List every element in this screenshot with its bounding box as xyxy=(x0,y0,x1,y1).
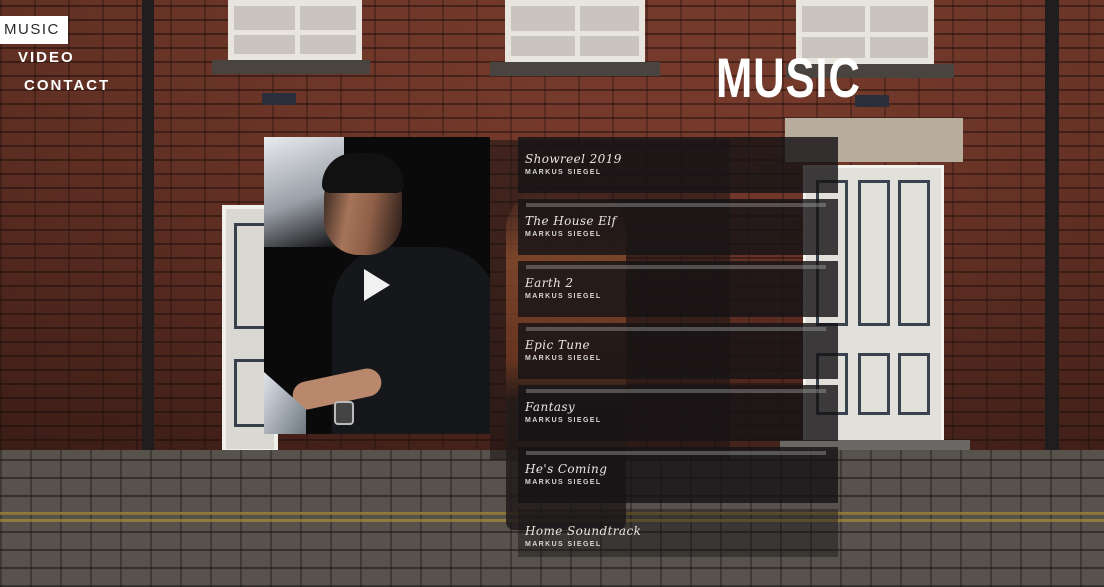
page-title: MUSIC xyxy=(716,46,861,109)
door-panel xyxy=(234,223,268,329)
track-item[interactable]: The House Elf MARKUS SIEGEL xyxy=(518,199,838,255)
track-list: Showreel 2019 MARKUS SIEGEL The House El… xyxy=(518,137,838,563)
door-panel xyxy=(858,180,890,326)
track-artist: MARKUS SIEGEL xyxy=(525,417,602,424)
main-nav: MUSIC VIDEO CONTACT xyxy=(0,16,110,100)
track-title: He's Coming xyxy=(525,462,608,476)
window xyxy=(228,0,362,60)
track-title: Fantasy xyxy=(525,400,576,414)
watch-icon xyxy=(334,401,354,425)
track-title: Epic Tune xyxy=(525,338,590,352)
track-artist: MARKUS SIEGEL xyxy=(525,479,602,486)
window-sill xyxy=(490,62,660,76)
door-panel xyxy=(898,180,930,326)
track-title: Showreel 2019 xyxy=(525,152,622,166)
progress-bar xyxy=(526,203,826,207)
track-artist: MARKUS SIEGEL xyxy=(525,169,602,176)
track-item[interactable]: Earth 2 MARKUS SIEGEL xyxy=(518,261,838,317)
track-artist: MARKUS SIEGEL xyxy=(525,355,602,362)
progress-bar xyxy=(526,389,826,393)
track-artist: MARKUS SIEGEL xyxy=(525,231,602,238)
album-cover[interactable] xyxy=(264,137,490,434)
nav-item-video[interactable]: VIDEO xyxy=(0,44,110,72)
track-item[interactable]: Epic Tune MARKUS SIEGEL xyxy=(518,323,838,379)
cover-body xyxy=(332,247,490,434)
track-item[interactable]: Showreel 2019 MARKUS SIEGEL xyxy=(518,137,838,193)
progress-bar xyxy=(526,451,826,455)
drain-pipe xyxy=(142,0,154,455)
track-item[interactable]: Fantasy MARKUS SIEGEL xyxy=(518,385,838,441)
track-artist: MARKUS SIEGEL xyxy=(525,541,602,548)
nav-item-contact[interactable]: CONTACT xyxy=(0,72,110,100)
track-title: The House Elf xyxy=(525,214,617,228)
track-title: Home Soundtrack xyxy=(525,524,642,538)
track-item[interactable]: Home Soundtrack MARKUS SIEGEL xyxy=(518,509,838,557)
track-title: Earth 2 xyxy=(525,276,574,290)
door-panel xyxy=(858,353,890,415)
progress-bar xyxy=(526,265,826,269)
drain-pipe xyxy=(1045,0,1059,470)
play-icon[interactable] xyxy=(364,269,390,301)
track-artist: MARKUS SIEGEL xyxy=(525,293,602,300)
door-panel xyxy=(234,359,268,427)
cover-hair xyxy=(322,153,404,193)
window xyxy=(505,0,645,62)
progress-bar xyxy=(526,327,826,331)
door-panel xyxy=(898,353,930,415)
track-item[interactable]: He's Coming MARKUS SIEGEL xyxy=(518,447,838,503)
window-sill xyxy=(212,60,370,74)
nav-item-music[interactable]: MUSIC xyxy=(0,16,68,44)
wall-lamp xyxy=(262,93,296,105)
